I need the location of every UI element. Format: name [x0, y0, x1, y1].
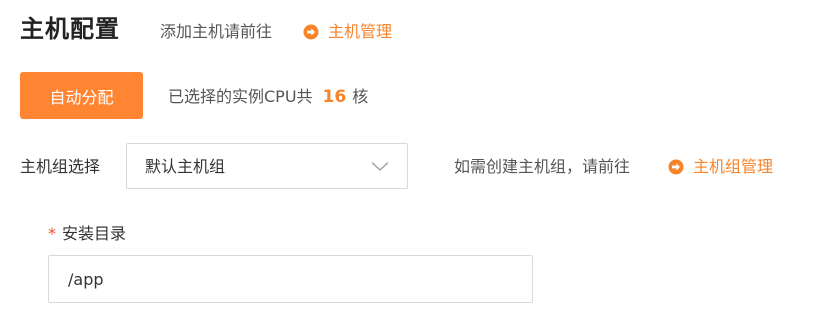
add-host-hint: 添加主机请前往	[160, 22, 273, 41]
host-management-link[interactable]: 主机管理	[303, 20, 392, 44]
host-group-selected-value: 默认主机组	[145, 157, 226, 176]
install-dir-label: * 安装目录	[48, 222, 126, 246]
host-group-select[interactable]: 默认主机组	[126, 143, 408, 189]
host-group-management-link-label: 主机组管理	[693, 157, 774, 176]
cpu-summary: 已选择的实例CPU共 16 核	[168, 85, 368, 109]
install-dir-input[interactable]	[48, 255, 533, 303]
host-config-panel: 主机配置 添加主机请前往 主机管理 自动分配 已选择的实例CPU共 16 核 主…	[0, 0, 831, 327]
cpu-unit: 核	[352, 87, 369, 106]
page-title: 主机配置	[20, 15, 120, 43]
chevron-down-icon	[371, 162, 389, 171]
create-group-hint: 如需创建主机组，请前往	[454, 157, 631, 176]
cpu-count: 16	[322, 87, 347, 107]
cpu-summary-prefix: 已选择的实例CPU共	[168, 87, 313, 106]
auto-allocate-button[interactable]: 自动分配	[20, 72, 143, 119]
host-group-management-link[interactable]: 主机组管理	[668, 155, 773, 179]
circle-arrow-right-icon	[668, 159, 684, 175]
required-mark: *	[48, 224, 56, 243]
install-dir-label-text: 安装目录	[62, 224, 127, 243]
host-management-link-label: 主机管理	[328, 22, 393, 41]
host-group-label: 主机组选择	[20, 157, 101, 176]
circle-arrow-right-icon	[303, 24, 319, 40]
